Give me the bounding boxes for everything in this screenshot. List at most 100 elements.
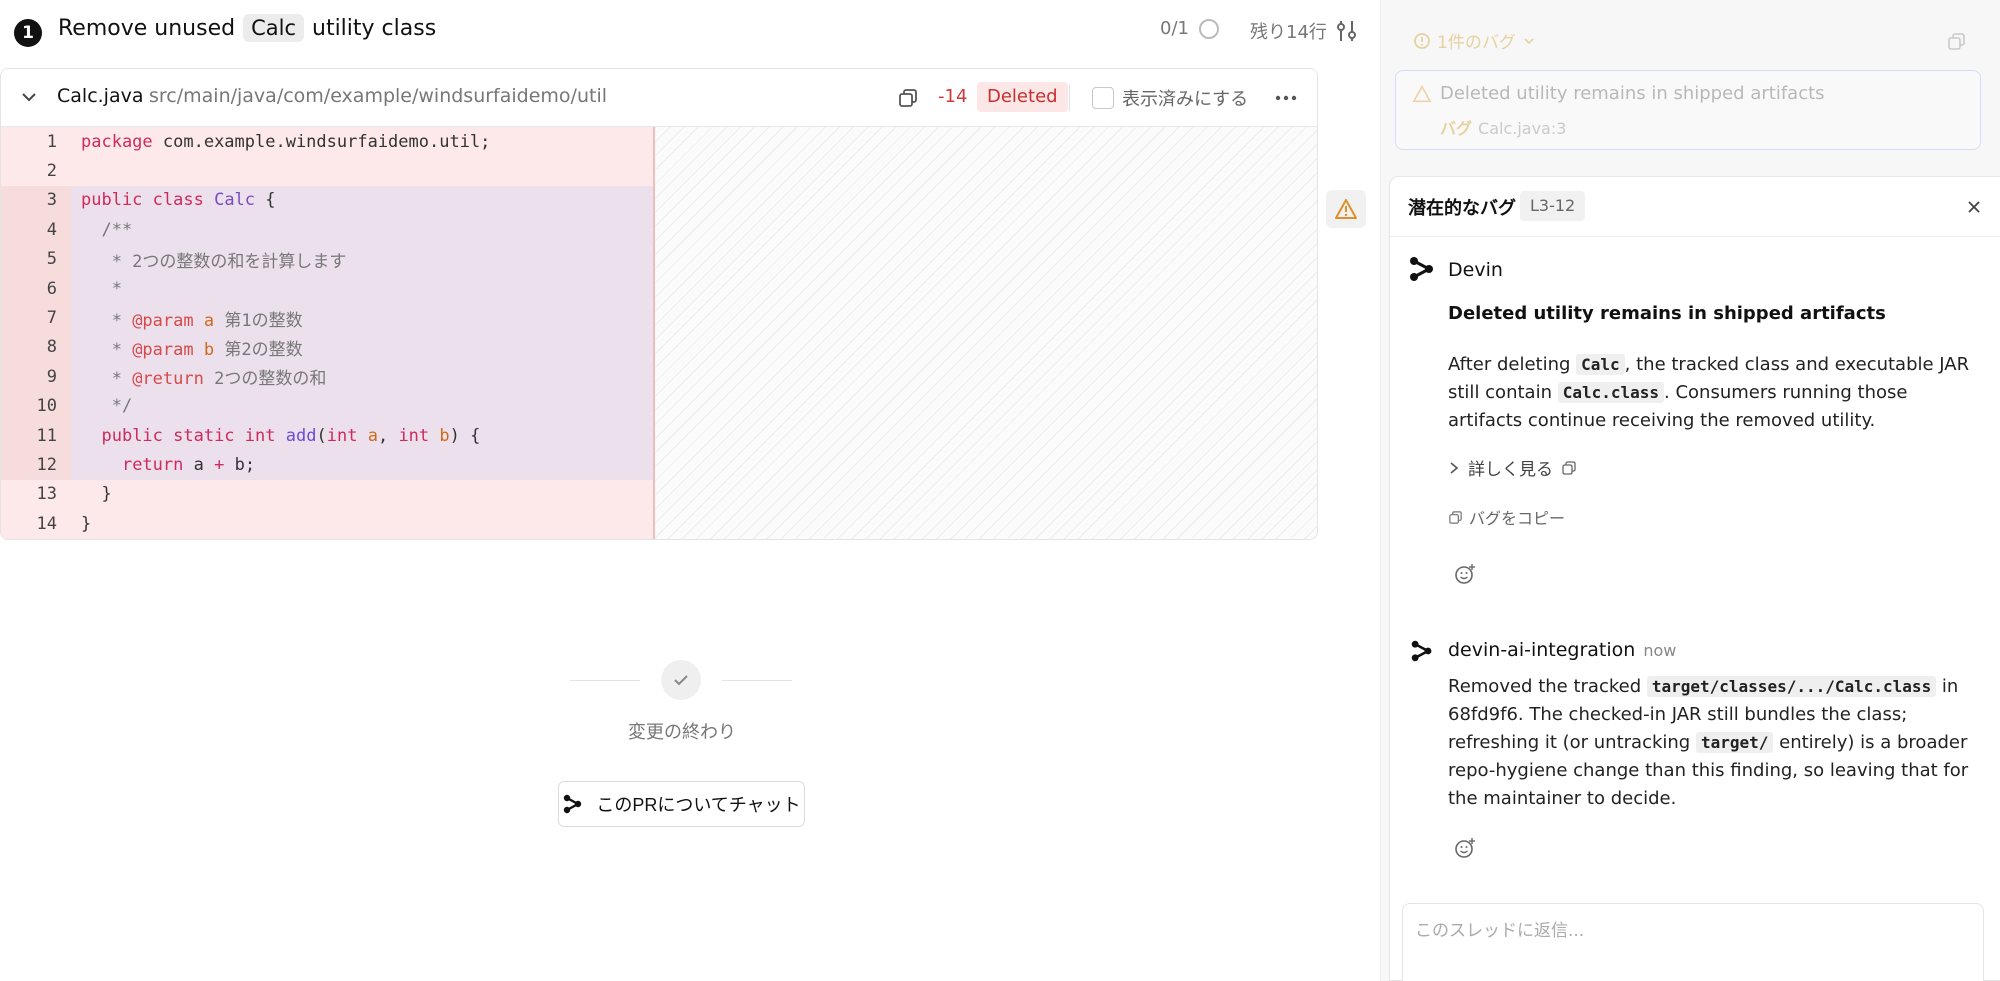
review-progress: 0/1 [1160,18,1219,39]
copy-icon[interactable] [1947,32,1967,52]
code-line: 14} [1,509,653,539]
code-text: * [81,278,122,299]
code-text: * 2つの整数の和を計算します [81,251,347,272]
reply-body: Removed the tracked target/classes/.../C… [1448,676,1969,809]
bug-card-location: Calc.java:3 [1478,119,1567,138]
reply-input[interactable] [1402,903,1984,981]
bug-card-tag: バグ [1440,119,1473,138]
line-number[interactable]: 2 [1,156,71,186]
finding-title: Deleted utility remains in shipped artif… [1448,303,1886,324]
code-text: * @param b 第2の整数 [81,339,303,360]
chat-about-pr-button[interactable]: このPRについてチャット [558,781,805,827]
warning-marker-button[interactable] [1326,190,1366,228]
reply-timestamp: now [1643,641,1677,660]
code-line: 10 */ [1,391,653,421]
line-number[interactable]: 1 [1,127,71,157]
viewed-label[interactable]: 表示済みにする [1122,85,1248,111]
chevron-right-icon [1450,461,1459,474]
devin-avatar-icon [1410,257,1433,281]
warning-icon [1335,199,1357,219]
thread-title: 潜在的なバグ [1408,198,1516,219]
copy-icon [1449,510,1462,524]
code-text: /** [101,219,133,240]
commit-header: 1 Remove unused Calc utility class 0/1 残… [0,0,1356,62]
code-text: public class Calc { [81,190,276,211]
line-number[interactable]: 7 [1,303,71,333]
reply-author: devin-ai-integration now [1448,639,1677,661]
close-icon[interactable] [1964,197,1984,217]
code-text: return a + b; [121,455,256,476]
file-diff-card: Calc.java src/main/java/com/example/wind… [0,68,1318,540]
empty-new-pane [655,127,1317,539]
commit-title-prefix: Remove unused [58,15,236,41]
bug-card[interactable]: Deleted utility remains in shipped artif… [1395,70,1981,150]
code-area: 1 package com.example.windsurfaidemo.util… [1,127,1317,539]
line-number[interactable]: 11 [1,421,71,451]
line-number[interactable]: 12 [1,450,71,480]
line-number[interactable]: 10 [1,391,71,421]
line-range-chip[interactable]: L3-12 [1520,191,1586,221]
comment-author: Devin [1448,259,1503,281]
code-line: 1 package com.example.windsurfaidemo.util… [1,127,653,157]
comment-thread: 潜在的なバグ L3-12 Devin Deleted utility remai… [1389,176,2000,981]
diff-panel: 1 Remove unused Calc utility class 0/1 残… [0,0,1380,981]
finding-body: After deleting Calc, the tracked class a… [1448,354,1970,431]
review-sidebar: 1件のバグ Deleted utility remains in shipped… [1380,0,2000,981]
commit-title-code: Calc [243,14,304,42]
copy-bug-button[interactable]: バグをコピー [1448,505,1565,529]
line-number[interactable]: 14 [1,509,71,539]
code-line: 8 * @param b 第2の整数 [1,332,653,363]
copy-icon [1562,460,1576,475]
file-header: Calc.java src/main/java/com/example/wind… [1,69,1317,127]
code-text: } [81,513,92,534]
code-text: public static int add(int a, int b) { [101,425,481,446]
status-badge: Deleted [977,82,1068,112]
code-text: } [81,484,112,505]
copy-icon[interactable] [897,87,919,109]
line-number[interactable]: 6 [1,274,71,304]
step-badge: 1 [14,19,42,47]
file-name[interactable]: Calc.java [57,85,143,107]
progress-ring-icon [1198,18,1219,39]
more-icon[interactable] [1273,87,1299,109]
commit-title-suffix: utility class [312,15,437,41]
removed-line-count: -14 [938,86,968,107]
code-text: */ [81,396,133,417]
file-path: src/main/java/com/example/windsurfaidemo… [149,85,608,107]
code-line: 11 public static int add(int a, int b) { [1,421,653,451]
code-line: 3 public class Calc { [1,185,653,216]
thread-header: 潜在的なバグ L3-12 [1390,177,2000,237]
line-number[interactable]: 8 [1,332,71,363]
code-text: * @return 2つの整数の和 [81,369,327,390]
check-icon [661,660,701,700]
deleted-code-pane: 1 package com.example.windsurfaidemo.util… [1,127,655,539]
show-details-toggle[interactable]: 詳しく見る [1448,455,1577,480]
code-line: 4 /** [1,215,653,245]
code-line: 2 [1,156,653,186]
line-number[interactable]: 4 [1,215,71,245]
end-of-changes-separator [570,660,792,700]
add-reaction-icon[interactable] [1454,837,1476,859]
code-text: package com.example.windsurfaidemo.util; [81,131,491,152]
code-line: 13 } [1,479,653,510]
warning-icon [1412,84,1432,102]
chevron-down-icon [1524,37,1534,44]
bug-card-title: Deleted utility remains in shipped artif… [1440,83,1825,104]
line-number[interactable]: 3 [1,185,71,216]
bug-count-dropdown[interactable]: 1件のバグ [1413,28,1536,53]
code-line: 6 * [1,274,653,304]
line-number[interactable]: 5 [1,244,71,274]
line-number[interactable]: 9 [1,362,71,392]
devin-logo-icon [564,794,582,814]
end-of-changes-label: 変更の終わり [628,722,736,743]
add-reaction-icon[interactable] [1454,563,1476,585]
code-text: * @param a 第1の整数 [81,310,303,331]
line-number[interactable]: 13 [1,479,71,510]
separator-line-right [722,680,792,681]
adjust-icon[interactable] [1334,18,1360,44]
viewed-checkbox[interactable] [1092,87,1114,109]
code-line: 9 * @return 2つの整数の和 [1,362,653,392]
chevron-down-icon[interactable] [19,87,39,107]
separator-line-left [570,680,640,681]
divider [1069,85,1070,111]
